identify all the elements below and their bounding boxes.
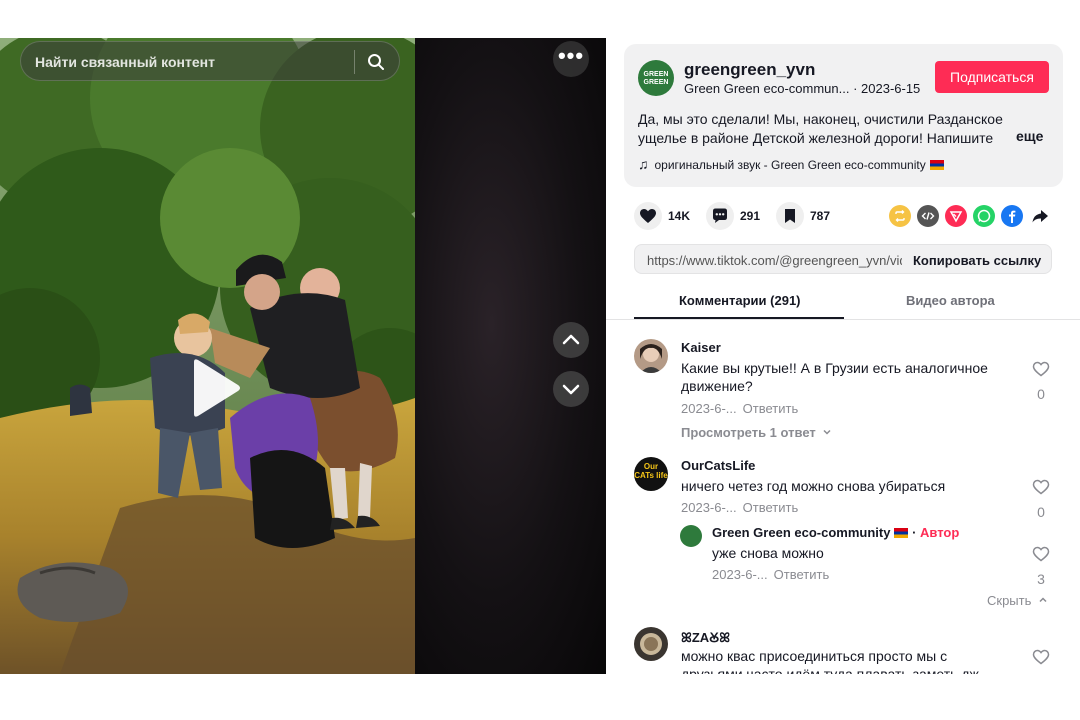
whatsapp-icon[interactable]: [973, 205, 995, 227]
hide-replies-link[interactable]: Скрыть: [987, 593, 1049, 608]
reply-button[interactable]: Ответить: [743, 401, 799, 416]
comment-like-button[interactable]: 1: [1031, 649, 1051, 674]
send-icon[interactable]: [945, 205, 967, 227]
tab-comments[interactable]: Комментарии (291): [679, 293, 801, 308]
reply-avatar[interactable]: [680, 525, 702, 547]
next-video-button[interactable]: [553, 371, 589, 407]
post-description: Да, мы это сделали! Мы, наконец, очистил…: [638, 111, 1003, 146]
post-info-card: GREEN GREEN greengreen_yvn Green Green e…: [624, 44, 1063, 187]
reply-meta: 2023-6-... Ответить: [712, 567, 829, 582]
comment-author[interactable]: OurCatsLife: [681, 458, 755, 473]
view-replies-link[interactable]: Просмотреть 1 ответ: [681, 425, 833, 440]
related-content-search[interactable]: Найти связанный контент: [20, 41, 400, 81]
author-display-name[interactable]: Green Green eco-commun...: [684, 81, 849, 96]
search-icon[interactable]: [367, 53, 385, 71]
comment-meta: 2023-6-... Ответить: [681, 500, 798, 515]
search-divider: [354, 50, 355, 74]
previous-video-button[interactable]: [553, 322, 589, 358]
video-still-image: [0, 38, 415, 674]
facebook-icon[interactable]: [1001, 205, 1023, 227]
copy-link-button[interactable]: Копировать ссылку: [913, 253, 1041, 268]
like-icon-circle: [634, 202, 662, 230]
comment-text: можно квас присоединиться просто мы с др…: [681, 648, 979, 674]
post-date: · 2023-6-15: [849, 81, 921, 96]
reply-author-line: Green Green eco-community · Автор: [712, 525, 959, 540]
music-note-icon: ♫: [638, 156, 649, 172]
armenia-flag-icon: [929, 160, 944, 170]
like-count: 14K: [668, 209, 691, 223]
share-link-box: https://www.tiktok.com/@greengreen_yvn/v…: [634, 244, 1052, 274]
comment-date: 2023-6-...: [681, 500, 737, 515]
comment-like-count: 0: [1037, 504, 1045, 520]
comment-text: Какие вы крутые!! А в Грузии есть аналог…: [681, 360, 988, 394]
bookmark-icon: [785, 209, 795, 223]
comment-item: ꕤZAꙊꕤ можно квас присоединиться просто м…: [634, 627, 1054, 674]
comment-avatar[interactable]: Our CATs life: [634, 457, 668, 491]
comment-author[interactable]: ꕤZAꙊꕤ: [681, 628, 730, 646]
comment-avatar[interactable]: [634, 627, 668, 661]
reply-like-button[interactable]: 3: [1031, 546, 1051, 587]
reply-button[interactable]: Ответить: [743, 500, 799, 515]
chevron-down-icon: [823, 429, 831, 435]
details-panel: GREEN GREEN greengreen_yvn Green Green e…: [606, 38, 1080, 674]
heart-outline-icon: [1032, 361, 1050, 377]
description-more-link[interactable]: еще: [1016, 128, 1043, 144]
comment-avatar-logo: Our CATs life: [634, 462, 668, 480]
more-dots-icon: •••: [557, 43, 585, 68]
comment-icon: [713, 208, 727, 223]
comment-author[interactable]: Kaiser: [681, 340, 721, 355]
video-frame[interactable]: [0, 38, 415, 674]
tab-creator-videos[interactable]: Видео автора: [906, 293, 995, 308]
repost-icon[interactable]: [889, 205, 911, 227]
comment-like-button[interactable]: 0: [1031, 479, 1051, 520]
action-bar: 14K 291 787: [634, 202, 1064, 230]
hide-replies-label: Скрыть: [987, 593, 1032, 608]
reply-like-count: 3: [1037, 571, 1045, 587]
reply-item: Green Green eco-community · Автор уже сн…: [680, 524, 1054, 604]
author-separator: ·: [908, 525, 921, 540]
comment-date: 2023-6-...: [681, 401, 737, 416]
share-url[interactable]: https://www.tiktok.com/@greengreen_yvn/v…: [647, 253, 902, 268]
armenia-flag-icon: [894, 528, 909, 538]
comment-like-button[interactable]: 0: [1031, 361, 1051, 402]
share-arrow-icon[interactable]: [1029, 205, 1051, 227]
author-subline: Green Green eco-commun... · 2023-6-15: [684, 81, 920, 96]
comment-like-count: 0: [1037, 386, 1045, 402]
music-title: оригинальный звук - Green Green eco-comm…: [654, 158, 926, 172]
comment-avatar[interactable]: [634, 339, 668, 373]
reply-author[interactable]: Green Green eco-community: [712, 525, 890, 540]
save-count: 787: [810, 209, 831, 223]
reply-button[interactable]: Ответить: [774, 567, 830, 582]
follow-button[interactable]: Подписаться: [935, 61, 1049, 93]
save-icon-circle: [776, 202, 804, 230]
author-avatar-logo: GREEN GREEN: [643, 71, 669, 86]
view-replies-label: Просмотреть 1 ответ: [681, 425, 816, 440]
author-badge: Автор: [920, 525, 960, 540]
author-username[interactable]: greengreen_yvn: [684, 60, 815, 80]
reply-date: 2023-6-...: [712, 567, 768, 582]
reply-text: уже снова можно: [712, 545, 824, 561]
heart-outline-icon: [1032, 546, 1050, 562]
search-input[interactable]: Найти связанный контент: [35, 54, 215, 70]
more-options-button[interactable]: •••: [553, 41, 589, 77]
comment-count: 291: [740, 209, 761, 223]
comment-text: ничего четез год можно снова убираться: [681, 478, 946, 494]
comment-meta: 2023-6-... Ответить: [681, 401, 798, 416]
author-avatar[interactable]: GREEN GREEN: [638, 60, 674, 96]
comment-icon-circle: [706, 202, 734, 230]
heart-outline-icon: [1032, 649, 1050, 665]
video-player[interactable]: Найти связанный контент •••: [0, 38, 606, 674]
embed-icon[interactable]: [917, 205, 939, 227]
heart-outline-icon: [1032, 479, 1050, 495]
music-link[interactable]: ♫ оригинальный звук - Green Green eco-com…: [638, 156, 944, 172]
active-tab-indicator: [634, 317, 844, 319]
play-icon[interactable]: [188, 358, 242, 418]
heart-icon: [640, 209, 656, 223]
chevron-up-icon: [562, 334, 580, 345]
panel-tabs: Комментарии (291) Видео автора: [606, 284, 1080, 320]
chevron-up-icon: [1039, 597, 1047, 603]
chevron-down-icon: [562, 384, 580, 395]
